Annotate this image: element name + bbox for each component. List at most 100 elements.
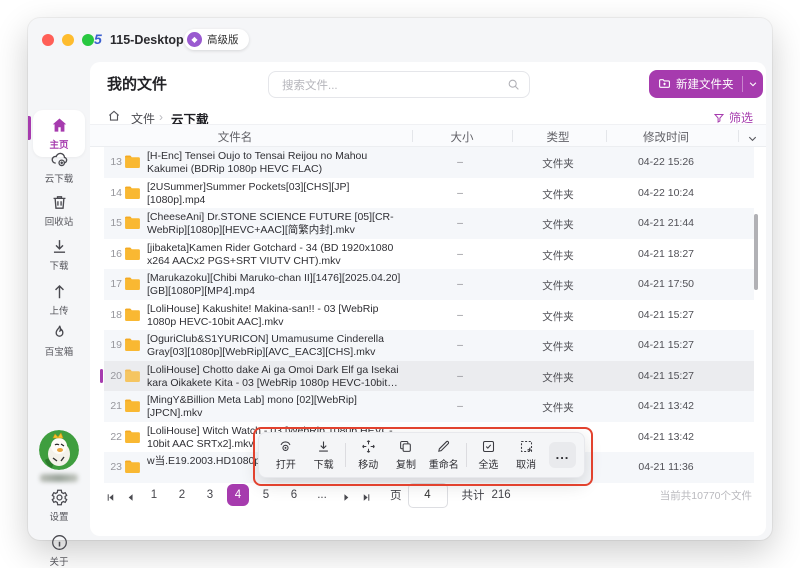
page-first-icon [105,490,116,501]
page-button-6[interactable]: 6 [283,484,305,506]
file-modified-time: 04-21 15:27 [637,308,695,321]
main-panel: 我的文件 新建文件夹 文件 › 云下载 [90,62,766,536]
header-separator [412,130,413,142]
sidebar-item-上传[interactable]: 上传 [28,282,90,317]
row-number: 16 [110,247,122,260]
toolbar-复制-button[interactable]: 复制 [387,439,425,471]
folder-icon [124,459,141,474]
selected-row-indicator [100,368,103,383]
file-size: – [457,186,463,199]
cloud-download-icon [50,150,69,169]
table-row[interactable]: 16 [jibaketa]Kamen Rider Gotchard - 34 (B… [104,239,754,270]
toolbar-移动-button[interactable]: 移动 [349,439,387,471]
toolbar-重命名-button[interactable]: 重命名 [425,439,463,471]
selection-toolbar: 打开 下载 移动 复制 重命名 全选 取消... [258,432,585,478]
sidebar-item-百宝箱[interactable]: 百宝箱 [28,323,90,358]
toolbar-取消-button[interactable]: 取消 [507,439,545,471]
page-first-button[interactable] [100,484,120,506]
sidebar-item-设置[interactable]: 设置 [28,488,90,523]
column-settings-chevron-icon[interactable] [747,131,758,142]
row-number: 20 [110,369,122,382]
close-button[interactable] [42,34,54,46]
upload-icon [50,282,69,301]
page-button-3[interactable]: 3 [199,484,221,506]
sidebar-item-回收站[interactable]: 回收站 [28,193,90,228]
funnel-icon [713,113,725,123]
zoom-button[interactable] [82,34,94,46]
table-row[interactable]: 20 [LoliHouse] Chotto dake Ai ga Omoi Dar… [100,360,754,391]
search-input[interactable] [280,73,504,98]
page-title: 我的文件 [107,76,168,93]
table-row[interactable]: 13 [H-Enc] Tensei Oujo to Tensai Reijou n… [104,147,754,178]
home-icon [50,116,69,135]
toolbar-separator [345,443,347,467]
download-icon [50,237,69,256]
column-header-name[interactable]: 文件名 [218,129,253,145]
avatar[interactable] [39,430,79,470]
sidebar-item-关于[interactable]: 关于 [28,533,90,568]
file-modified-time: 04-21 18:27 [637,247,695,260]
sidebar-item-云下载[interactable]: 云下载 [28,150,90,185]
treasure-box-icon [50,323,69,342]
folder-icon [124,368,141,383]
file-name: [H-Enc] Tensei Oujo to Tensai Reijou no … [147,150,368,175]
table-row[interactable]: 14 [2USummer]Summer Pockets[03][CHS][JP][… [104,178,754,209]
table-row[interactable]: 18 [LoliHouse] Kakushite! Makina-san!! - … [104,300,754,331]
vertical-scrollbar-thumb[interactable] [754,214,758,290]
chevron-down-icon[interactable] [742,79,763,89]
toolbar-button-label: 全选 [478,460,499,471]
page-button-4[interactable]: 4 [227,484,249,506]
column-header-time[interactable]: 修改时间 [643,129,689,145]
page-jump-input[interactable] [407,482,448,508]
file-modified-time: 04-21 15:27 [637,369,695,382]
page-last-button[interactable] [356,484,376,506]
toolbar-button-label: 打开 [275,460,296,471]
page-last-icon [361,490,372,501]
toolbar-more-button[interactable]: ... [548,442,577,468]
folder-icon [124,185,141,200]
open-icon [278,439,293,454]
page-button-5[interactable]: 5 [255,484,277,506]
page-button-1[interactable]: 1 [143,484,165,506]
table-header: 文件名 大小 类型 修改时间 [90,124,766,147]
file-type: 文件夹 [542,371,574,384]
window-title: 115-Desktop [110,33,184,47]
home-outline-icon[interactable] [107,109,121,123]
search-icon [507,78,520,91]
file-name: [2USummer]Summer Pockets[03][CHS][JP][10… [147,180,350,206]
sidebar-item-下载[interactable]: 下载 [28,237,90,272]
table-row[interactable]: 15 [CheeseAni] Dr.STONE SCIENCE FUTURE [0… [104,208,754,239]
table-row[interactable]: 21 [MingY&Billion Meta Lab] mono [02][Web… [104,391,754,422]
titlebar: 5 115-Desktop ◆ 高级版 [28,18,772,62]
folder-icon [124,307,141,322]
file-name: [LoliHouse] Chotto dake Ai ga Omoi Dark … [147,363,399,389]
column-header-type[interactable]: 类型 [547,129,570,145]
folder-icon [124,398,141,413]
file-name: [jibaketa]Kamen Rider Gotchard - 34 (BD … [147,241,394,267]
sidebar-item-label: 百宝箱 [44,347,74,358]
select-all-icon [481,439,496,454]
toolbar-打开-button[interactable]: 打开 [267,439,305,471]
page-ellipsis[interactable]: ... [311,484,333,506]
column-header-size[interactable]: 大小 [451,129,474,145]
table-row[interactable]: 17 [Marukazoku][Chibi Maruko-chan II][147… [104,269,754,300]
folder-icon [124,154,141,169]
new-folder-button[interactable]: 新建文件夹 [649,70,763,98]
file-modified-time: 04-22 15:26 [637,156,695,168]
file-size: – [457,308,463,321]
page-prev-icon [125,490,136,501]
toolbar-全选-button[interactable]: 全选 [470,439,508,471]
row-number: 23 [110,461,122,473]
page-prev-button[interactable] [120,484,140,506]
table-row[interactable]: 19 [OguriClub&S1YURICON] Umamusume Cinder… [104,330,754,361]
row-number: 19 [110,339,122,351]
diamond-icon: ◆ [187,32,202,47]
minimize-button[interactable] [62,34,74,46]
premium-badge[interactable]: ◆ 高级版 [184,29,249,50]
file-modified-time: 04-21 13:42 [637,400,695,412]
file-name: [MingY&Billion Meta Lab] mono [02][WebRi… [147,394,357,419]
folder-plus-icon [658,77,671,91]
page-next-button[interactable] [336,484,356,506]
toolbar-下载-button[interactable]: 下载 [305,439,343,471]
page-button-2[interactable]: 2 [171,484,193,506]
